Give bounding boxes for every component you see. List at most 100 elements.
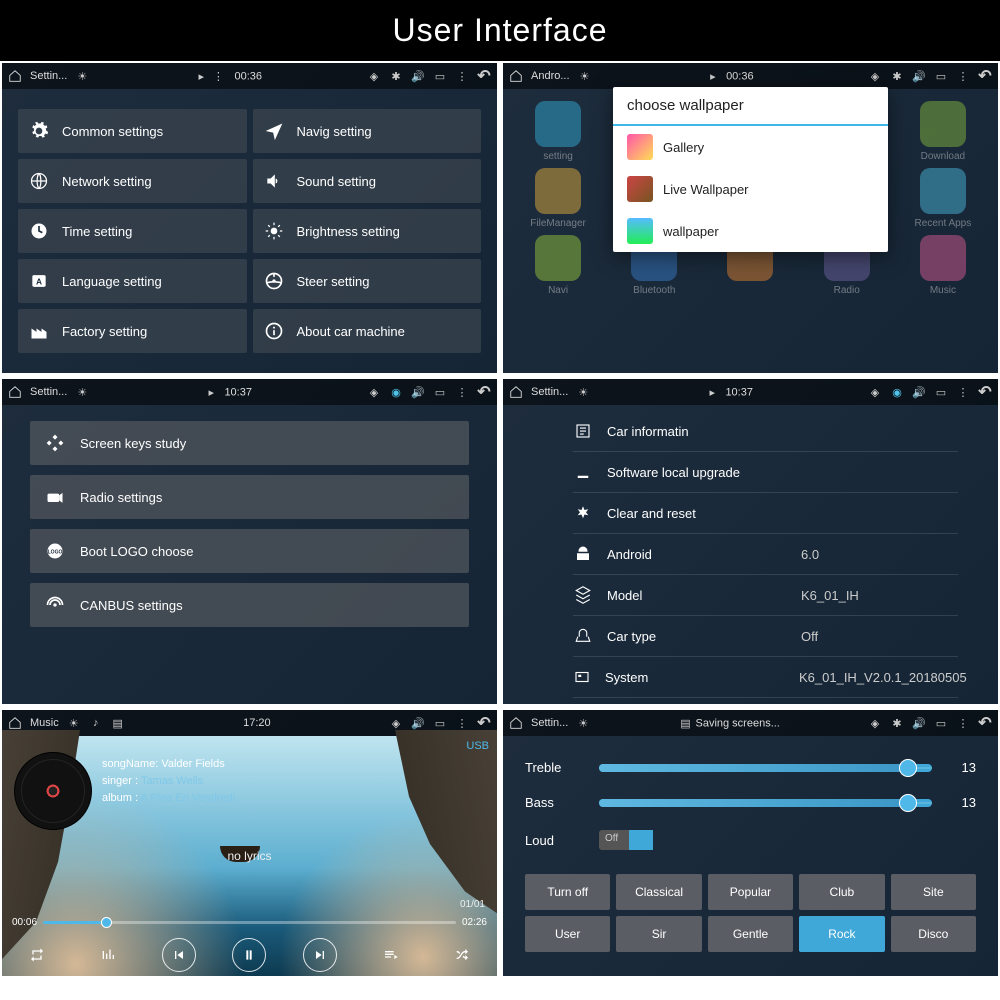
wifi-icon: ◉	[890, 385, 904, 399]
app-item[interactable]: Navi	[513, 235, 603, 296]
info-row[interactable]: Software local upgrade	[573, 452, 958, 493]
setting-steering[interactable]: Steer setting	[253, 259, 482, 303]
setting-language[interactable]: ALanguage setting	[18, 259, 247, 303]
dialog-option-label: Live Wallpaper	[663, 182, 749, 197]
gps-icon: ◈	[868, 716, 882, 730]
back-icon[interactable]: ↶	[978, 69, 992, 83]
volume-icon[interactable]: 🔊	[411, 385, 425, 399]
status-time: 17:20	[243, 717, 271, 729]
home-icon[interactable]	[8, 69, 22, 83]
brightness-icon[interactable]: ☀	[75, 385, 89, 399]
volume-icon[interactable]: 🔊	[912, 716, 926, 730]
preset-button[interactable]: Rock	[799, 916, 884, 952]
seek-slider[interactable]	[43, 921, 456, 924]
row-icon	[573, 462, 593, 482]
more-icon[interactable]: ⋮	[956, 385, 970, 399]
list-item[interactable]: Screen keys study	[30, 421, 469, 465]
preset-button[interactable]: Disco	[891, 916, 976, 952]
row-value: K6_01_IH_V2.0.1_20180505	[799, 670, 967, 685]
battery-icon: ▭	[433, 385, 447, 399]
prev-button[interactable]	[162, 938, 196, 972]
more-icon[interactable]: ⋮	[455, 69, 469, 83]
globe-icon	[28, 170, 50, 192]
home-icon[interactable]	[509, 69, 523, 83]
more-icon[interactable]: ⋮	[956, 69, 970, 83]
statusbar: Settin... ☀ ▸ ⋮ 00:36 ◈ ✱ 🔊 ▭ ⋮ ↶	[2, 63, 497, 89]
thumbnail-icon	[627, 134, 653, 160]
more-icon[interactable]: ⋮	[455, 716, 469, 730]
list-item[interactable]: CANBUS settings	[30, 583, 469, 627]
name-bass-slider[interactable]	[599, 799, 932, 807]
dialog-option[interactable]: Live Wallpaper	[613, 168, 888, 210]
brightness-icon[interactable]: ☀	[75, 69, 89, 83]
volume-icon[interactable]: 🔊	[411, 69, 425, 83]
preset-button[interactable]: Site	[891, 874, 976, 910]
more-icon[interactable]: ⋮	[956, 716, 970, 730]
preset-button[interactable]: Club	[799, 874, 884, 910]
repeat-button[interactable]	[20, 938, 54, 972]
volume-icon[interactable]: 🔊	[912, 69, 926, 83]
back-icon[interactable]: ↶	[978, 716, 992, 730]
app-item[interactable]: Music	[898, 235, 988, 296]
app-icon	[535, 101, 581, 147]
svg-text:LOGO: LOGO	[48, 550, 63, 556]
shuffle-button[interactable]	[445, 938, 479, 972]
row-value: K6_01_IH	[801, 588, 859, 603]
home-icon[interactable]	[509, 385, 523, 399]
info-row[interactable]: Clear and reset	[573, 493, 958, 534]
treble-label: Treble	[525, 760, 585, 775]
dialog-option[interactable]: wallpaper	[613, 210, 888, 252]
setting-label: Brightness setting	[297, 224, 400, 239]
row-label: Model	[607, 588, 787, 603]
app-item[interactable]: Download	[898, 101, 988, 162]
brightness-icon[interactable]: ☀	[576, 385, 590, 399]
status-label: Andro...	[531, 70, 570, 82]
eq-button[interactable]	[91, 938, 125, 972]
brightness-icon[interactable]: ☀	[578, 69, 592, 83]
preset-button[interactable]: Turn off	[525, 874, 610, 910]
setting-gears[interactable]: Common settings	[18, 109, 247, 153]
app-icon	[535, 235, 581, 281]
app-item[interactable]: setting	[513, 101, 603, 162]
status-label: Settin...	[30, 386, 67, 398]
playlist-button[interactable]	[374, 938, 408, 972]
setting-sound[interactable]: Sound setting	[253, 159, 482, 203]
setting-info[interactable]: About car machine	[253, 309, 482, 353]
brightness-icon[interactable]: ☀	[576, 716, 590, 730]
preset-button[interactable]: Classical	[616, 874, 701, 910]
preset-button[interactable]: Popular	[708, 874, 793, 910]
panel-music: Music ☀ ♪ ▤ 17:20 ◈ 🔊 ▭ ⋮ ↶ songName: Va…	[2, 710, 497, 976]
setting-label: Sound setting	[297, 174, 377, 189]
row-icon	[573, 503, 593, 523]
back-icon[interactable]: ↶	[978, 385, 992, 399]
home-icon[interactable]	[8, 716, 22, 730]
back-icon[interactable]: ↶	[477, 716, 491, 730]
brightness-icon[interactable]: ☀	[67, 716, 81, 730]
back-icon[interactable]: ↶	[477, 69, 491, 83]
app-item[interactable]: Recent Apps	[898, 168, 988, 229]
back-icon[interactable]: ↶	[477, 385, 491, 399]
pause-button[interactable]	[232, 938, 266, 972]
volume-icon[interactable]: 🔊	[912, 385, 926, 399]
home-icon[interactable]	[8, 385, 22, 399]
setting-clock[interactable]: Time setting	[18, 209, 247, 253]
next-button[interactable]	[303, 938, 337, 972]
app-item[interactable]: FileManager	[513, 168, 603, 229]
info-row[interactable]: Car informatin	[573, 411, 958, 452]
item-icon	[44, 594, 66, 616]
treble-slider[interactable]	[599, 764, 932, 772]
preset-button[interactable]: Gentle	[708, 916, 793, 952]
setting-brightness[interactable]: Brightness setting	[253, 209, 482, 253]
loud-toggle[interactable]: Off	[599, 830, 653, 850]
volume-icon[interactable]: 🔊	[411, 716, 425, 730]
more-icon[interactable]: ⋮	[455, 385, 469, 399]
home-icon[interactable]	[509, 716, 523, 730]
list-item[interactable]: Radio settings	[30, 475, 469, 519]
setting-globe[interactable]: Network setting	[18, 159, 247, 203]
setting-factory[interactable]: Factory setting	[18, 309, 247, 353]
preset-button[interactable]: Sir	[616, 916, 701, 952]
dialog-option[interactable]: Gallery	[613, 126, 888, 168]
setting-navigate[interactable]: Navig setting	[253, 109, 482, 153]
preset-button[interactable]: User	[525, 916, 610, 952]
list-item[interactable]: LOGOBoot LOGO choose	[30, 529, 469, 573]
